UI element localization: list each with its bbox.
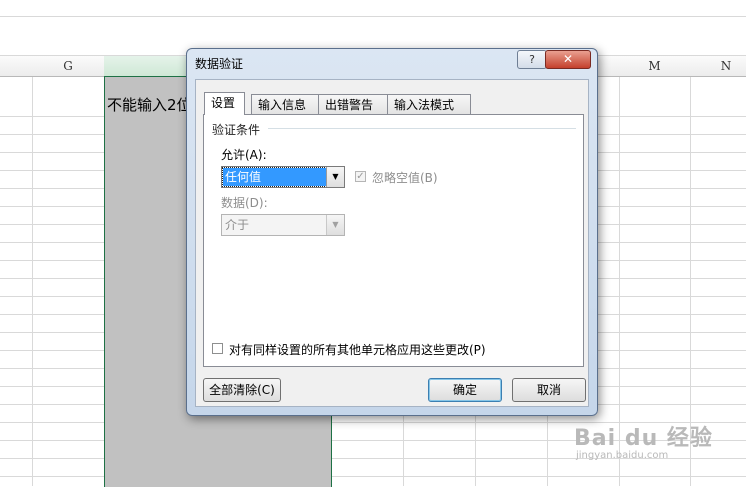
settings-panel: 验证条件 允许(A): 任何值 ▼ ✓ 忽略空值(B) 数据(D): 介于 ▼ …	[203, 114, 584, 367]
clear-all-button[interactable]: 全部清除(C)	[203, 378, 281, 402]
validation-criteria-label: 验证条件	[212, 121, 265, 138]
ignore-blank-label: 忽略空值(B)	[372, 171, 438, 185]
tab-ime-mode[interactable]: 输入法模式	[387, 94, 471, 114]
data-label: 数据(D):	[221, 196, 268, 210]
ignore-blank-checkbox[interactable]: ✓	[355, 171, 366, 182]
allow-select[interactable]: 任何值 ▼	[221, 166, 345, 188]
tab-settings[interactable]: 设置	[204, 92, 245, 115]
chevron-down-icon[interactable]: ▼	[326, 167, 344, 187]
help-button[interactable]: ?	[517, 50, 547, 69]
allow-label: 允许(A):	[221, 148, 267, 162]
chevron-down-icon[interactable]: ▼	[326, 215, 344, 235]
cancel-button[interactable]: 取消	[512, 378, 586, 402]
dialog-body: 设置 输入信息 出错警告 输入法模式 验证条件 允许(A): 任何值 ▼ ✓ 忽…	[195, 79, 589, 407]
allow-select-value: 任何值	[222, 167, 327, 187]
gridline	[0, 16, 746, 17]
apply-all-label: 对有同样设置的所有其他单元格应用这些更改(P)	[229, 343, 486, 357]
watermark-logo: Bai du 经验	[574, 426, 713, 451]
ok-button[interactable]: 确定	[428, 378, 502, 402]
data-select[interactable]: 介于 ▼	[221, 214, 345, 236]
tab-error-alert[interactable]: 出错警告	[318, 94, 388, 114]
tab-input-message[interactable]: 输入信息	[251, 94, 319, 114]
group-divider	[268, 128, 576, 129]
close-button[interactable]: ✕	[545, 50, 591, 69]
column-header-m[interactable]: M	[619, 56, 690, 76]
dialog-title: 数据验证	[195, 57, 244, 71]
watermark: Bai du 经验 jingyan.baidu.com	[574, 420, 713, 461]
apply-all-checkbox[interactable]	[212, 343, 223, 354]
watermark-url: jingyan.baidu.com	[576, 450, 669, 461]
cell-text[interactable]: 不能输入2位	[107, 94, 192, 115]
data-select-value: 介于	[225, 218, 250, 232]
data-validation-dialog: 数据验证 ? ✕ 设置 输入信息 出错警告 输入法模式 验证条件 允许(A): …	[186, 48, 598, 416]
column-header-g[interactable]: G	[32, 56, 104, 76]
column-header-n[interactable]: N	[690, 56, 746, 76]
gridline	[32, 56, 33, 486]
